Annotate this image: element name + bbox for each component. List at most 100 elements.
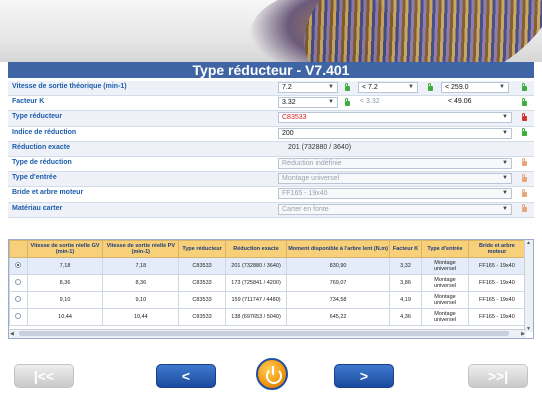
scroll-left-icon[interactable]: ◀ bbox=[10, 331, 14, 337]
column-header[interactable]: Réduction exacte bbox=[224, 240, 288, 258]
row-radio[interactable] bbox=[9, 257, 28, 275]
table-cell: 3,32 bbox=[388, 257, 423, 275]
table-cell: C83533 bbox=[178, 257, 226, 275]
table-row[interactable]: 7,18 7,18 C83533 201 (732880 / 3640) 830… bbox=[9, 257, 527, 275]
row-flange-shaft: Bride et arbre moteur FF165 - 19x40 ▼ bbox=[8, 187, 534, 203]
lock-icon bbox=[521, 112, 527, 121]
header-banner bbox=[0, 0, 542, 62]
speed-max-select[interactable]: < 259.0 ▼ bbox=[441, 82, 509, 93]
lock-icon bbox=[521, 97, 527, 106]
last-page-button[interactable]: >>| bbox=[468, 364, 528, 388]
column-header[interactable]: Vitesse de sortie réelle PV (min-1) bbox=[102, 240, 180, 258]
table-cell: 173 (725841 / 4200) bbox=[224, 274, 288, 292]
chevron-down-icon: ▼ bbox=[502, 175, 508, 182]
row-radio[interactable] bbox=[9, 274, 28, 292]
lock-icon bbox=[427, 82, 433, 91]
row-reduction-type: Type de réduction Réduction indéfinie ▼ bbox=[8, 157, 534, 173]
lock-button[interactable] bbox=[341, 81, 353, 93]
radio-icon bbox=[15, 296, 22, 302]
table-cell: C83533 bbox=[178, 308, 226, 326]
lock-button[interactable] bbox=[518, 96, 530, 108]
gear-illustration-main bbox=[283, 0, 542, 62]
field-label: Vitesse de sortie théorique (min-1) bbox=[12, 83, 127, 90]
lock-icon bbox=[521, 128, 527, 137]
scroll-thumb[interactable] bbox=[19, 331, 509, 336]
column-header[interactable]: Bride et arbre moteur bbox=[467, 240, 527, 258]
chevron-down-icon: ▼ bbox=[502, 205, 508, 212]
column-header[interactable]: Vitesse de sortie réelle GV (min-1) bbox=[26, 240, 104, 258]
column-header[interactable]: Facteur K bbox=[388, 240, 423, 258]
lock-icon bbox=[521, 173, 527, 182]
table-cell: 734,58 bbox=[286, 291, 390, 309]
next-button[interactable]: > bbox=[334, 364, 394, 388]
power-icon[interactable] bbox=[256, 358, 288, 390]
row-radio[interactable] bbox=[9, 291, 28, 309]
k-factor-select[interactable]: 3.32 ▼ bbox=[278, 97, 338, 109]
table-row[interactable]: 10,44 10,44 C83533 138 (697653 / 5040) 6… bbox=[9, 308, 527, 326]
chevron-down-icon: ▼ bbox=[502, 159, 508, 166]
scroll-up-icon[interactable]: ▲ bbox=[526, 240, 531, 246]
table-cell: C83533 bbox=[178, 274, 226, 292]
table-cell: FF165 - 19x40 bbox=[467, 308, 527, 326]
table-cell: 201 (732880 / 3640) bbox=[224, 257, 288, 275]
table-cell: FF165 - 19x40 bbox=[467, 257, 527, 275]
chevron-down-icon: ▼ bbox=[408, 84, 414, 90]
lock-button[interactable] bbox=[518, 81, 530, 93]
lock-button[interactable] bbox=[518, 157, 530, 169]
reduction-index-select[interactable]: 200 ▼ bbox=[278, 127, 512, 139]
lock-icon bbox=[521, 204, 527, 212]
vertical-scrollbar[interactable]: ▲ ▼ bbox=[524, 240, 533, 332]
radio-icon bbox=[15, 313, 22, 319]
lock-button[interactable] bbox=[518, 203, 530, 215]
flange-shaft-select[interactable]: FF165 - 19x40 ▼ bbox=[278, 188, 512, 200]
table-cell: 9,10 bbox=[102, 291, 180, 309]
table-cell: 645,22 bbox=[286, 308, 390, 326]
table-row[interactable]: 9,10 9,10 C83533 159 (711747 / 4480) 734… bbox=[9, 291, 527, 309]
input-type-select[interactable]: Montage universel ▼ bbox=[278, 173, 512, 185]
table-cell: 138 (697653 / 5040) bbox=[224, 308, 288, 326]
lock-icon bbox=[521, 82, 527, 91]
page-title: Type réducteur - V7.401 bbox=[8, 62, 534, 78]
housing-material-select[interactable]: Carter en fonte ▼ bbox=[278, 203, 512, 215]
table-cell: 7,18 bbox=[102, 257, 180, 275]
row-reduction-index: Indice de réduction 200 ▼ bbox=[8, 127, 534, 142]
lock-button[interactable] bbox=[424, 81, 436, 93]
first-page-button[interactable]: |<< bbox=[14, 364, 74, 388]
column-header[interactable]: Type réducteur bbox=[178, 240, 226, 258]
table-cell: 10,44 bbox=[26, 308, 104, 326]
chevron-down-icon: ▼ bbox=[499, 84, 505, 90]
table-cell: 7,18 bbox=[26, 257, 104, 275]
table-cell: Montage universel bbox=[421, 308, 469, 326]
column-header[interactable]: Moment disponible à l'arbre lent (N.m) bbox=[286, 240, 390, 258]
chevron-down-icon: ▼ bbox=[502, 114, 508, 121]
field-label: Indice de réduction bbox=[12, 128, 77, 136]
chevron-down-icon: ▼ bbox=[502, 129, 508, 136]
previous-button[interactable]: < bbox=[156, 364, 216, 388]
output-speed-select[interactable]: 7.2 ▼ bbox=[278, 82, 338, 93]
reducer-type-select[interactable]: C83533 ▼ bbox=[278, 112, 512, 124]
lock-button[interactable] bbox=[518, 111, 530, 123]
exact-reduction-value: 201 (732880 / 3640) bbox=[288, 143, 352, 151]
k-min-text: < 3.32 bbox=[360, 98, 380, 106]
field-label: Réduction exacte bbox=[12, 143, 70, 151]
lock-button[interactable] bbox=[341, 96, 353, 108]
speed-min-select[interactable]: < 7.2 ▼ bbox=[358, 82, 418, 93]
reduction-type-select[interactable]: Réduction indéfinie ▼ bbox=[278, 157, 512, 169]
row-radio[interactable] bbox=[9, 308, 28, 326]
table-cell: Montage universel bbox=[421, 257, 469, 275]
lock-icon bbox=[344, 97, 350, 106]
scroll-down-icon[interactable]: ▼ bbox=[526, 326, 531, 332]
scroll-right-icon[interactable]: ▶ bbox=[521, 331, 525, 337]
table-cell: 159 (711747 / 4480) bbox=[224, 291, 288, 309]
lock-button[interactable] bbox=[518, 187, 530, 199]
horizontal-scrollbar[interactable]: ◀ ▶ bbox=[9, 329, 526, 338]
column-header[interactable]: Type d'entrée bbox=[421, 240, 469, 258]
table-cell: 10,44 bbox=[102, 308, 180, 326]
table-cell: Montage universel bbox=[421, 291, 469, 309]
lock-button[interactable] bbox=[518, 172, 530, 184]
table-cell: C83533 bbox=[178, 291, 226, 309]
table-row[interactable]: 8,36 8,36 C83533 173 (725841 / 4200) 769… bbox=[9, 274, 527, 292]
chevron-down-icon: ▼ bbox=[502, 190, 508, 197]
row-k-factor: Facteur K 3.32 ▼ < 3.32 < 49.06 bbox=[8, 96, 534, 112]
lock-button[interactable] bbox=[518, 127, 530, 139]
